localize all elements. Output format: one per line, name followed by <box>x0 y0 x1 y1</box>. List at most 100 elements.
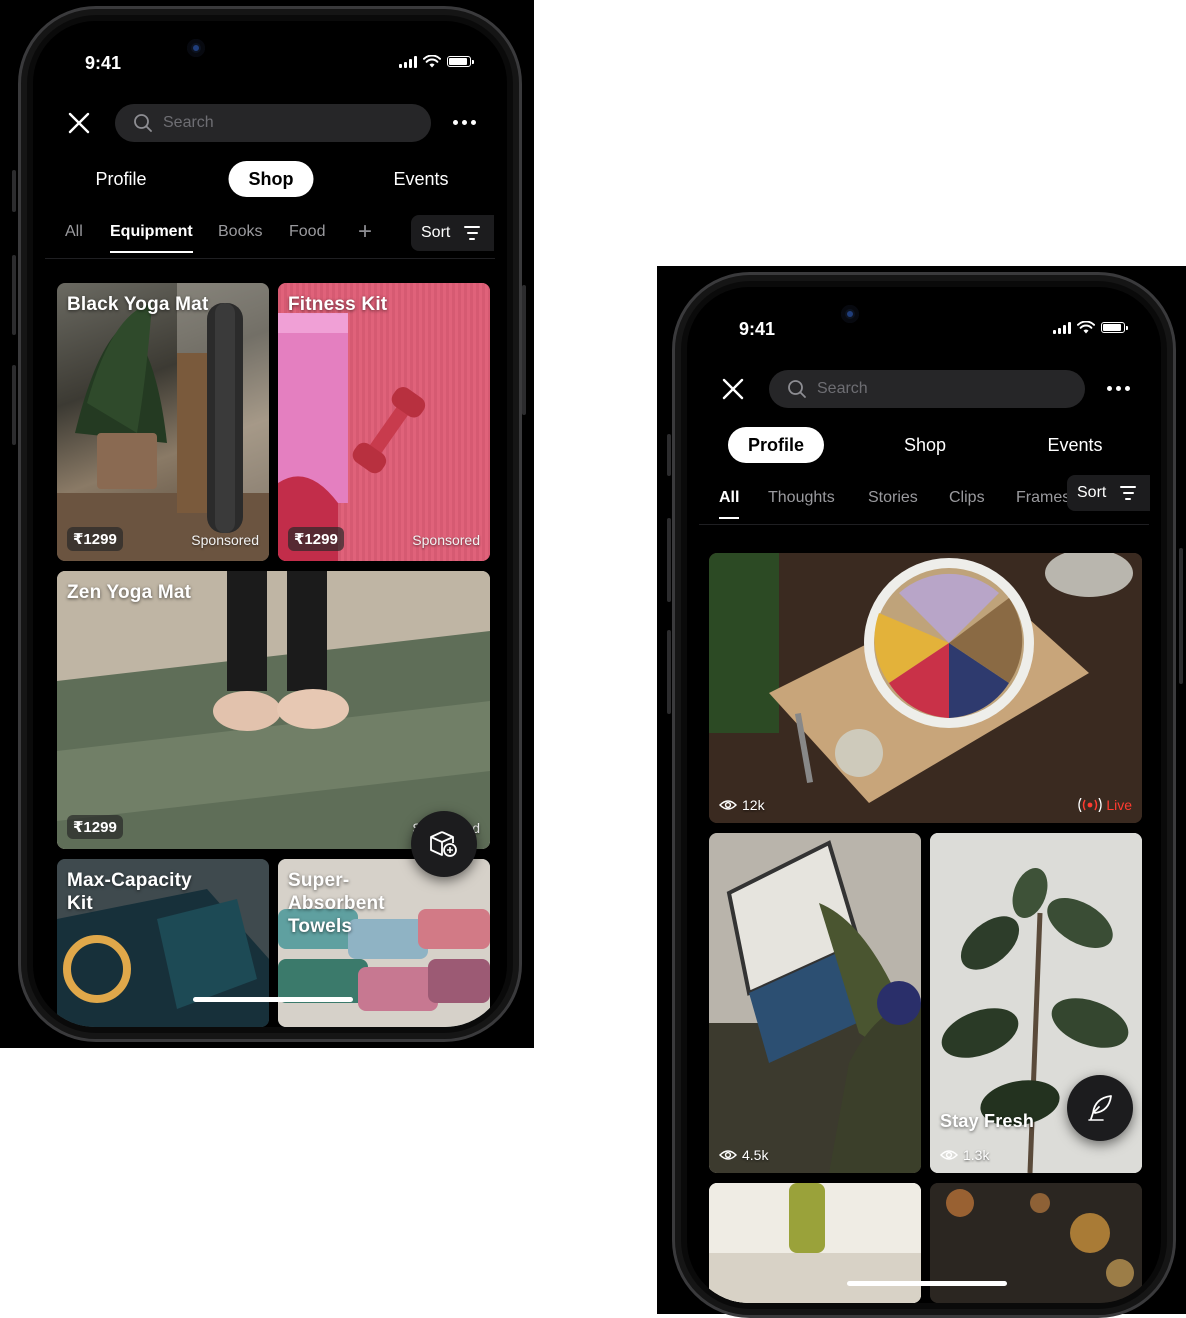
tab-books[interactable]: Books <box>218 223 262 241</box>
side-button <box>667 434 671 476</box>
live-broadcast-icon <box>1078 798 1102 812</box>
segment-shop[interactable]: Shop <box>228 161 314 197</box>
status-time: 9:41 <box>739 319 776 339</box>
view-count-label: 4.5k <box>742 1147 769 1163</box>
yoga-mat-image <box>57 283 269 561</box>
sponsored-label: Sponsored <box>412 532 480 548</box>
content-tabs: All Thoughts Stories Clips Frames Sort <box>687 475 1161 521</box>
cellular-signal-icon <box>1053 321 1071 334</box>
search-icon <box>788 380 806 398</box>
status-time: 9:41 <box>85 53 122 73</box>
eye-icon <box>719 800 737 810</box>
tab-divider <box>45 258 495 259</box>
tab-frames[interactable]: Frames <box>1016 489 1070 507</box>
tab-food[interactable]: Food <box>289 223 325 241</box>
live-badge: Live <box>1077 797 1132 813</box>
tab-all[interactable]: All <box>65 223 83 241</box>
sponsored-label: Sponsored <box>191 532 259 548</box>
status-bar: 9:41 <box>33 21 507 81</box>
side-button <box>12 170 16 212</box>
home-indicator <box>847 1281 1007 1286</box>
card-title: Black Yoga Mat <box>67 294 209 315</box>
price-badge: ₹1299 <box>288 527 344 551</box>
segment-profile[interactable]: Profile <box>75 161 166 197</box>
post-card-laptop[interactable]: 4.5k <box>709 833 921 1173</box>
segment-profile[interactable]: Profile <box>727 427 825 463</box>
compose-post-button[interactable] <box>1067 1075 1133 1141</box>
view-count: 4.5k <box>719 1147 768 1163</box>
side-button <box>667 630 671 714</box>
search-icon <box>134 114 152 132</box>
view-count-label: 12k <box>742 797 765 813</box>
post-card-acai-bowl[interactable]: 12k Live <box>709 553 1142 823</box>
segment-events[interactable]: Events <box>1027 427 1122 463</box>
side-button <box>522 285 526 415</box>
filter-icon <box>1120 486 1137 500</box>
top-bar <box>33 103 507 143</box>
more-dots-icon <box>453 120 458 125</box>
side-button <box>667 518 671 602</box>
eye-icon <box>940 1150 958 1160</box>
tab-thoughts[interactable]: Thoughts <box>768 489 835 507</box>
status-bar: 9:41 <box>687 287 1161 347</box>
left-phone-frame: 9:41 Search Profile Shop Events All Equi… <box>18 6 522 1042</box>
add-tab-button[interactable]: + <box>358 218 372 246</box>
live-label: Live <box>1106 797 1132 813</box>
eye-icon <box>719 1150 737 1160</box>
category-tabs: All Equipment Books Food + Sort <box>33 215 507 255</box>
side-button <box>12 255 16 335</box>
add-product-button[interactable] <box>411 811 477 877</box>
price-badge: ₹1299 <box>67 527 123 551</box>
more-dots-icon <box>1107 386 1112 391</box>
search-input[interactable] <box>815 379 1019 399</box>
tab-stories[interactable]: Stories <box>868 489 918 507</box>
product-card-fitness-kit[interactable]: Fitness Kit ₹1299 Sponsored <box>278 283 490 561</box>
tab-all[interactable]: All <box>719 489 740 519</box>
sort-button[interactable]: Sort <box>411 215 495 251</box>
home-indicator <box>193 997 353 1002</box>
zen-yoga-mat-image <box>57 571 490 849</box>
right-phone-screen: 9:41 Search Profile Shop Events All Thou… <box>687 287 1161 1303</box>
product-card-zen-yoga-mat[interactable]: Zen Yoga Mat ₹1299 Sponsored <box>57 571 490 849</box>
status-icons <box>399 55 474 68</box>
tab-divider <box>699 524 1149 525</box>
right-phone-frame: 9:41 Search Profile Shop Events All Thou… <box>672 272 1176 1318</box>
segment-control: Profile Shop Events <box>687 427 1161 465</box>
more-options-button[interactable] <box>453 120 476 125</box>
close-button[interactable] <box>65 109 93 137</box>
box-plus-icon <box>430 831 457 857</box>
search-bar[interactable] <box>769 370 1085 408</box>
front-camera <box>187 39 205 57</box>
price-badge: ₹1299 <box>67 815 123 839</box>
acai-bowl-image <box>709 553 1142 823</box>
right-phone-backdrop: 9:41 Search Profile Shop Events All Thou… <box>657 266 1186 1318</box>
filter-icon <box>464 226 481 240</box>
quill-icon <box>1088 1095 1112 1121</box>
segment-events[interactable]: Events <box>373 161 468 197</box>
sort-label: Sort <box>421 224 451 241</box>
wifi-icon <box>1077 321 1095 334</box>
tab-equipment[interactable]: Equipment <box>110 223 193 253</box>
close-icon <box>68 112 90 134</box>
left-phone-screen: 9:41 Search Profile Shop Events All Equi… <box>33 21 507 1027</box>
side-button <box>12 365 16 445</box>
battery-icon <box>447 56 474 67</box>
card-title: Zen Yoga Mat <box>67 582 192 603</box>
segment-shop[interactable]: Shop <box>884 427 966 463</box>
close-button[interactable] <box>719 375 747 403</box>
sort-button[interactable]: Sort <box>1067 475 1151 511</box>
wifi-icon <box>423 55 441 68</box>
search-input[interactable] <box>161 113 365 133</box>
search-bar[interactable] <box>115 104 431 142</box>
battery-icon <box>1101 322 1128 333</box>
product-card-black-yoga-mat[interactable]: Black Yoga Mat ₹1299 Sponsored <box>57 283 269 561</box>
left-phone-backdrop: 9:41 Search Profile Shop Events All Equi… <box>0 0 534 1048</box>
card-title: Max-Capacity Kit <box>67 870 192 914</box>
card-title: Fitness Kit <box>288 294 388 315</box>
view-count: 12k <box>719 797 765 813</box>
segment-control: Profile Shop Events <box>33 161 507 199</box>
status-icons <box>1053 321 1128 334</box>
more-options-button[interactable] <box>1107 386 1130 391</box>
top-bar <box>687 369 1161 409</box>
tab-clips[interactable]: Clips <box>949 489 985 507</box>
